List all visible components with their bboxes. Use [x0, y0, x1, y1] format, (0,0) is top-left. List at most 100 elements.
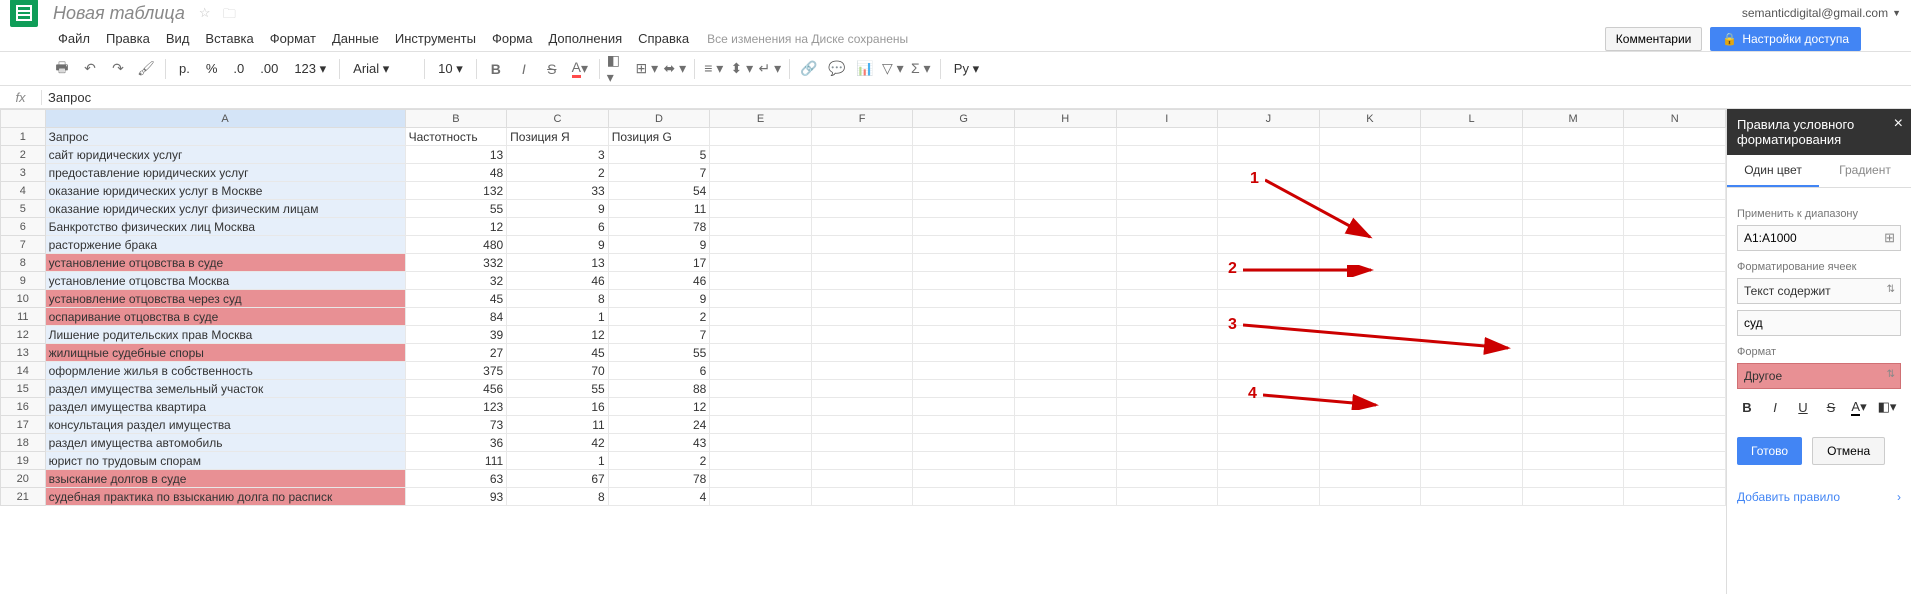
star-icon[interactable]: ☆: [199, 5, 215, 21]
cell[interactable]: Лишение родительских прав Москва: [45, 326, 405, 344]
cell[interactable]: 24: [608, 416, 710, 434]
tab-single-color[interactable]: Один цвет: [1727, 155, 1819, 187]
cell[interactable]: 9: [507, 236, 609, 254]
cell[interactable]: 375: [405, 362, 507, 380]
cell[interactable]: 9: [608, 290, 710, 308]
cell[interactable]: 54: [608, 182, 710, 200]
cell[interactable]: раздел имущества квартира: [45, 398, 405, 416]
increase-decimal[interactable]: .00: [254, 61, 284, 76]
cell[interactable]: 332: [405, 254, 507, 272]
cell[interactable]: Банкротство физических лиц Москва: [45, 218, 405, 236]
column-header[interactable]: I: [1116, 110, 1218, 128]
fmt-underline-icon[interactable]: U: [1793, 397, 1813, 417]
cell[interactable]: 39: [405, 326, 507, 344]
column-header[interactable]: D: [608, 110, 710, 128]
cell[interactable]: раздел имущества земельный участок: [45, 380, 405, 398]
column-header[interactable]: H: [1014, 110, 1116, 128]
row-header[interactable]: 1: [1, 128, 46, 146]
menu-tools[interactable]: Инструменты: [387, 31, 484, 46]
cell[interactable]: 78: [608, 218, 710, 236]
column-header[interactable]: M: [1522, 110, 1624, 128]
column-header[interactable]: A: [45, 110, 405, 128]
column-header[interactable]: F: [811, 110, 913, 128]
format-preset-select[interactable]: Другое: [1737, 363, 1901, 389]
column-header[interactable]: C: [507, 110, 609, 128]
document-title[interactable]: Новая таблица: [53, 3, 185, 24]
cell[interactable]: 36: [405, 434, 507, 452]
cell[interactable]: юрист по трудовым спорам: [45, 452, 405, 470]
cell[interactable]: 73: [405, 416, 507, 434]
cell[interactable]: 6: [507, 218, 609, 236]
cell[interactable]: 12: [507, 326, 609, 344]
comments-button[interactable]: Комментарии: [1605, 27, 1703, 51]
row-header[interactable]: 4: [1, 182, 46, 200]
cell[interactable]: 456: [405, 380, 507, 398]
cell[interactable]: 32: [405, 272, 507, 290]
insert-comment-icon[interactable]: 💬: [825, 57, 849, 81]
cell[interactable]: 93: [405, 488, 507, 506]
menu-insert[interactable]: Вставка: [197, 31, 261, 46]
cell[interactable]: 11: [608, 200, 710, 218]
cell[interactable]: предоставление юридических услуг: [45, 164, 405, 182]
cell[interactable]: 11: [507, 416, 609, 434]
cell[interactable]: 45: [507, 344, 609, 362]
row-header[interactable]: 7: [1, 236, 46, 254]
cell[interactable]: взыскание долгов в суде: [45, 470, 405, 488]
cell[interactable]: 2: [608, 452, 710, 470]
decrease-decimal[interactable]: .0: [227, 61, 250, 76]
cell[interactable]: 3: [507, 146, 609, 164]
merge-cells-icon[interactable]: ⬌ ▾: [663, 57, 687, 81]
cell[interactable]: 132: [405, 182, 507, 200]
cell[interactable]: Запрос: [45, 128, 405, 146]
cell[interactable]: расторжение брака: [45, 236, 405, 254]
done-button[interactable]: Готово: [1737, 437, 1802, 465]
functions-icon[interactable]: Σ ▾: [909, 57, 933, 81]
cell[interactable]: 46: [608, 272, 710, 290]
print-icon[interactable]: 🖶: [50, 57, 74, 81]
cell[interactable]: оказание юридических услуг физическим ли…: [45, 200, 405, 218]
row-header[interactable]: 6: [1, 218, 46, 236]
cell[interactable]: 9: [608, 236, 710, 254]
row-header[interactable]: 2: [1, 146, 46, 164]
menu-format[interactable]: Формат: [262, 31, 324, 46]
fmt-italic-icon[interactable]: I: [1765, 397, 1785, 417]
cell[interactable]: 27: [405, 344, 507, 362]
borders-icon[interactable]: ⊞ ▾: [635, 57, 659, 81]
cell[interactable]: 6: [608, 362, 710, 380]
row-header[interactable]: 10: [1, 290, 46, 308]
cell[interactable]: Частотность: [405, 128, 507, 146]
tab-gradient[interactable]: Градиент: [1819, 155, 1911, 187]
cell[interactable]: установление отцовства через суд: [45, 290, 405, 308]
paint-format-icon[interactable]: 🖌: [134, 57, 158, 81]
cell[interactable]: 13: [405, 146, 507, 164]
cell[interactable]: 111: [405, 452, 507, 470]
bold-icon[interactable]: B: [484, 57, 508, 81]
cell[interactable]: 12: [608, 398, 710, 416]
row-header[interactable]: 3: [1, 164, 46, 182]
cell[interactable]: 7: [608, 164, 710, 182]
cell[interactable]: 84: [405, 308, 507, 326]
percent-format[interactable]: %: [200, 61, 224, 76]
cell[interactable]: 55: [507, 380, 609, 398]
menu-form[interactable]: Форма: [484, 31, 541, 46]
range-input[interactable]: [1737, 225, 1901, 251]
cell[interactable]: 43: [608, 434, 710, 452]
cell[interactable]: 8: [507, 290, 609, 308]
cell[interactable]: 16: [507, 398, 609, 416]
row-header[interactable]: 19: [1, 452, 46, 470]
h-align-icon[interactable]: ≡ ▾: [702, 57, 726, 81]
user-account[interactable]: semanticdigital@gmail.com ▼: [1742, 6, 1901, 20]
cell[interactable]: 17: [608, 254, 710, 272]
cell[interactable]: 67: [507, 470, 609, 488]
column-header[interactable]: L: [1421, 110, 1523, 128]
insert-chart-icon[interactable]: 📊: [853, 57, 877, 81]
text-color-icon[interactable]: A ▾: [568, 57, 592, 81]
cell[interactable]: 78: [608, 470, 710, 488]
currency-format[interactable]: p.: [173, 61, 196, 76]
share-button[interactable]: 🔒 Настройки доступа: [1710, 27, 1861, 51]
fmt-text-color-icon[interactable]: A▾: [1849, 397, 1869, 417]
close-icon[interactable]: ×: [1894, 115, 1903, 133]
cell[interactable]: оказание юридических услуг в Москве: [45, 182, 405, 200]
cell[interactable]: 33: [507, 182, 609, 200]
cell[interactable]: консультация раздел имущества: [45, 416, 405, 434]
